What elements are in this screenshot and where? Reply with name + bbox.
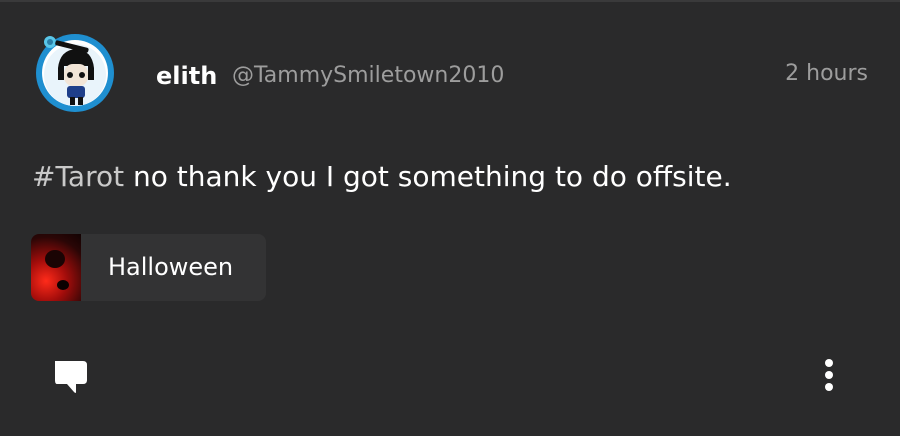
post-timestamp: 2 hours bbox=[785, 61, 868, 86]
post-body: #Tarot no thank you I got something to d… bbox=[32, 158, 732, 196]
more-options-button[interactable] bbox=[808, 354, 848, 398]
author-avatar[interactable] bbox=[36, 34, 114, 112]
post-body-text: no thank you I got something to do offsi… bbox=[124, 160, 732, 193]
cartoon-avatar-icon bbox=[37, 35, 113, 111]
hashtag-link[interactable]: #Tarot bbox=[32, 160, 124, 193]
author-handle[interactable]: @TammySmiletown2010 bbox=[232, 60, 504, 92]
community-chip[interactable]: Halloween bbox=[31, 234, 266, 301]
top-divider bbox=[0, 0, 900, 2]
community-label: Halloween bbox=[108, 253, 234, 281]
more-vertical-icon bbox=[825, 359, 833, 391]
comment-bubble-icon bbox=[55, 361, 87, 393]
author-display-name[interactable]: elith bbox=[156, 60, 217, 92]
halloween-thumbnail-icon bbox=[31, 234, 81, 301]
comment-button[interactable] bbox=[50, 358, 90, 398]
